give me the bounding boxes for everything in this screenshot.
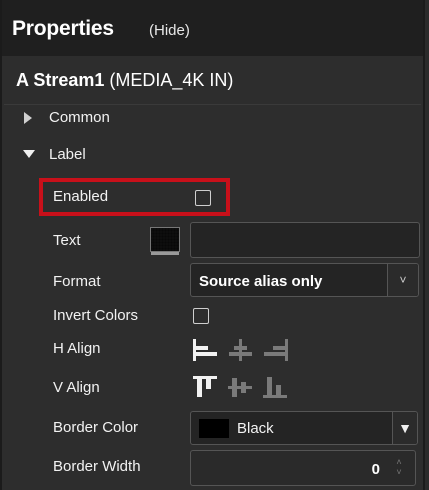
invert-colors-label: Invert Colors [53,307,139,324]
invert-colors-checkbox[interactable] [193,308,209,324]
border-color-dropdown-button[interactable]: ▼ [392,412,417,444]
caret-down-icon: ▼ [398,420,412,436]
border-width-value: 0 [371,461,380,478]
stream-heading: A Stream1 (MEDIA_4K IN) [16,70,233,91]
color-swatch [199,419,229,438]
align-center-icon[interactable] [228,339,254,361]
panel-title: Properties [12,17,114,40]
align-middle-icon[interactable] [228,376,254,398]
text-input[interactable] [190,222,420,258]
format-value: Source alias only [199,273,323,290]
section-label[interactable]: Label [49,146,86,163]
border-color-select[interactable]: Black ▼ [190,411,418,445]
v-align-label: V Align [53,379,100,396]
align-left-icon[interactable] [193,339,219,361]
align-top-icon[interactable] [193,376,219,398]
v-align-group [193,376,289,398]
spinner-icon[interactable]: ˄ ˅ [393,457,405,479]
stream-source: (MEDIA_4K IN) [109,70,234,90]
format-dropdown-button[interactable]: ˅ [387,264,418,296]
divider [4,104,421,105]
h-align-label: H Align [53,340,101,357]
align-right-icon[interactable] [263,339,289,361]
format-label: Format [53,273,101,290]
border-width-input[interactable]: 0 ˄ ˅ [190,450,416,486]
format-select[interactable]: Source alias only ˅ [190,263,419,297]
collapse-arrow-icon[interactable] [23,150,35,158]
enabled-checkbox[interactable] [195,190,211,206]
properties-panel: Properties (Hide) A Stream1 (MEDIA_4K IN… [0,0,425,490]
h-align-group [193,339,289,361]
border-color-label: Border Color [53,419,139,436]
section-common[interactable]: Common [49,109,110,126]
align-bottom-icon[interactable] [263,376,289,398]
stream-name: A Stream1 [16,70,105,90]
text-style-icon[interactable] [150,227,180,255]
chevron-down-icon: ˅ [399,273,407,287]
expand-arrow-icon[interactable] [24,112,32,124]
hide-link[interactable]: (Hide) [149,22,190,39]
border-width-label: Border Width [53,458,141,475]
enabled-label: Enabled [53,188,109,205]
panel-header: Properties (Hide) [2,0,423,56]
border-color-value: Black [237,420,274,437]
text-label: Text [53,232,81,249]
